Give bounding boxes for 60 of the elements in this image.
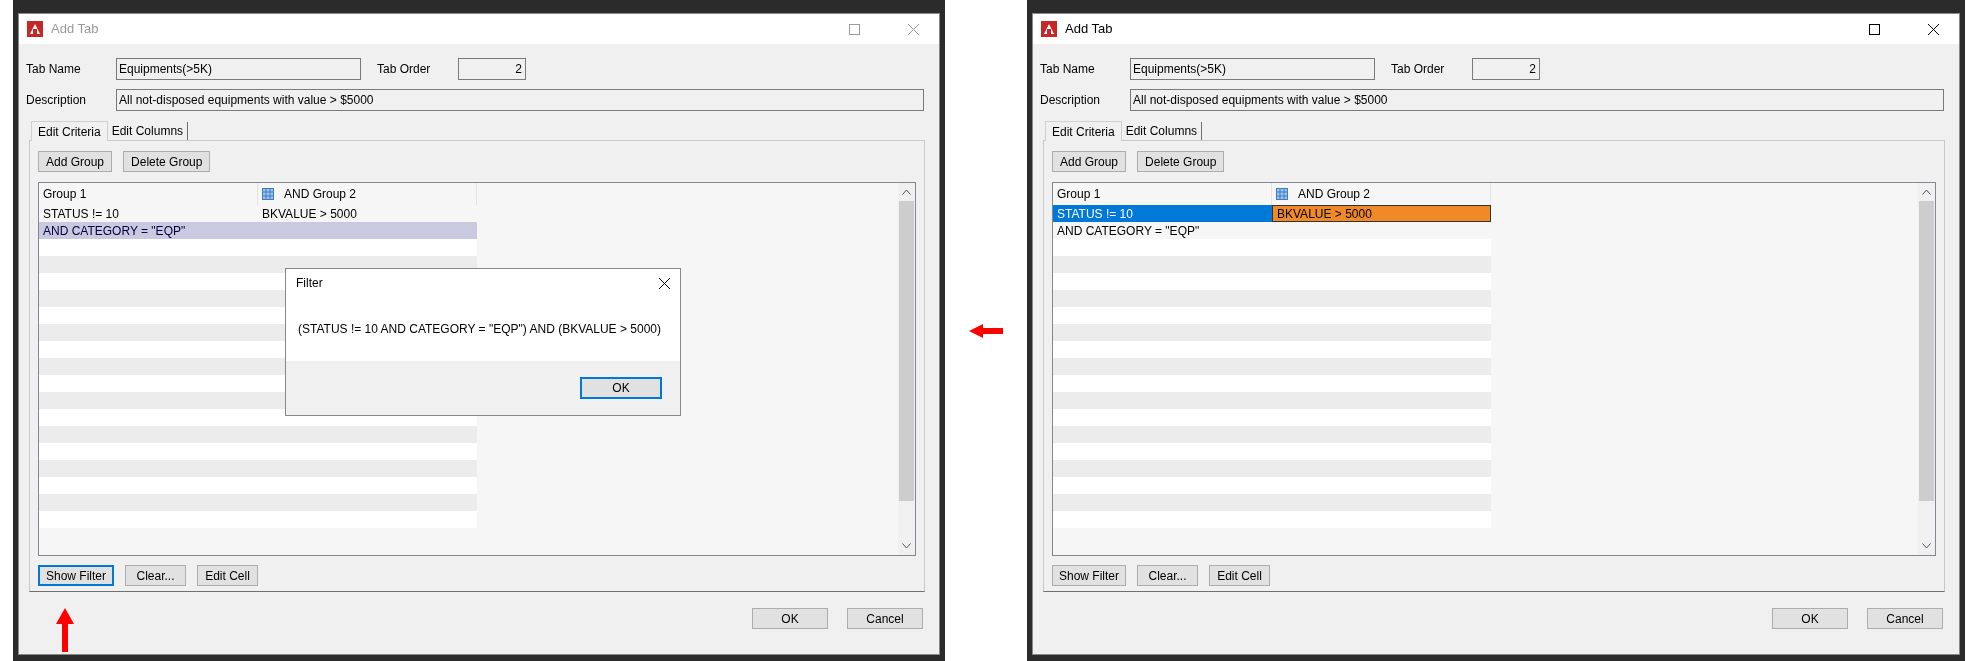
input-field[interactable]: 2 bbox=[458, 58, 526, 80]
field-label: Tab Name bbox=[26, 61, 82, 78]
window-title: Add Tab bbox=[1065, 20, 1113, 39]
app-icon bbox=[27, 21, 43, 37]
filter-text: (STATUS != 10 AND CATEGORY = "EQP") AND (BKVALUE > 5000) bbox=[298, 321, 661, 338]
column-title: Group 1 bbox=[43, 186, 87, 203]
grid-cell[interactable]: AND CATEGORY = "EQP" bbox=[1053, 222, 1272, 239]
grid-cell[interactable]: BKVALUE > 5000 bbox=[1272, 205, 1491, 222]
scrollbar-thumb[interactable] bbox=[1919, 201, 1934, 501]
grid-icon bbox=[262, 188, 274, 200]
action-button[interactable]: Edit Cell bbox=[197, 565, 259, 586]
scrollbar-thumb[interactable] bbox=[899, 201, 914, 501]
column-title: AND Group 2 bbox=[1298, 186, 1371, 203]
grid-icon bbox=[1276, 188, 1288, 200]
popup-title: Filter bbox=[296, 275, 323, 292]
field-label: Description bbox=[26, 92, 88, 109]
group-button[interactable]: Add Group bbox=[1052, 151, 1127, 172]
grid-cell[interactable]: STATUS != 10 bbox=[1053, 205, 1272, 222]
tab[interactable]: Edit Criteria bbox=[1045, 121, 1122, 141]
grid-cell[interactable]: STATUS != 10 bbox=[39, 205, 258, 222]
input-field[interactable]: 2 bbox=[1472, 58, 1540, 80]
dialog-button[interactable]: OK bbox=[752, 608, 828, 629]
tab[interactable]: Edit Columns bbox=[107, 122, 189, 140]
input-field[interactable]: Equipments(>5K) bbox=[116, 58, 361, 80]
action-button[interactable]: Clear... bbox=[125, 565, 187, 586]
scroll-up-icon[interactable] bbox=[902, 189, 911, 195]
scroll-down-icon[interactable] bbox=[1922, 543, 1931, 549]
app-icon bbox=[1041, 21, 1057, 37]
input-field[interactable]: All not-disposed equipments with value > $5000 bbox=[116, 89, 924, 111]
dialog-button[interactable]: Cancel bbox=[847, 608, 923, 629]
field-label: Tab Order bbox=[377, 61, 432, 78]
group-button[interactable]: Delete Group bbox=[123, 151, 211, 172]
input-field[interactable]: Equipments(>5K) bbox=[1130, 58, 1375, 80]
maximize-icon[interactable] bbox=[1869, 23, 1880, 35]
scroll-down-icon[interactable] bbox=[902, 543, 911, 549]
column-title: Group 1 bbox=[1057, 186, 1101, 203]
tab[interactable]: Edit Criteria bbox=[31, 121, 108, 141]
grid-cell[interactable]: BKVALUE > 5000 bbox=[258, 205, 477, 222]
action-button[interactable]: Clear... bbox=[1137, 565, 1199, 586]
window-title: Add Tab bbox=[51, 20, 99, 39]
group-button[interactable]: Add Group bbox=[38, 151, 113, 172]
dialog-button[interactable]: Cancel bbox=[1867, 608, 1943, 629]
group-button[interactable]: Delete Group bbox=[1137, 151, 1225, 172]
left-arrow-icon bbox=[969, 323, 1003, 338]
ok-button[interactable]: OK bbox=[580, 377, 662, 399]
column-title: AND Group 2 bbox=[284, 186, 357, 203]
input-field[interactable]: All not-disposed equipments with value > $5000 bbox=[1130, 89, 1944, 111]
action-button[interactable]: Edit Cell bbox=[1209, 565, 1271, 586]
scroll-up-icon[interactable] bbox=[1922, 189, 1931, 195]
dialog-button[interactable]: OK bbox=[1772, 608, 1848, 629]
up-arrow-icon bbox=[56, 608, 74, 652]
action-button[interactable]: Show Filter bbox=[1052, 565, 1127, 586]
close-icon[interactable] bbox=[1928, 23, 1939, 35]
tab[interactable]: Edit Columns bbox=[1121, 122, 1203, 140]
action-button[interactable]: Show Filter bbox=[38, 565, 115, 586]
field-label: Tab Name bbox=[1040, 61, 1096, 78]
grid-cell[interactable]: AND CATEGORY = "EQP" bbox=[39, 222, 258, 239]
close-icon[interactable] bbox=[659, 277, 670, 289]
field-label: Tab Order bbox=[1391, 61, 1446, 78]
field-label: Description bbox=[1040, 92, 1102, 109]
